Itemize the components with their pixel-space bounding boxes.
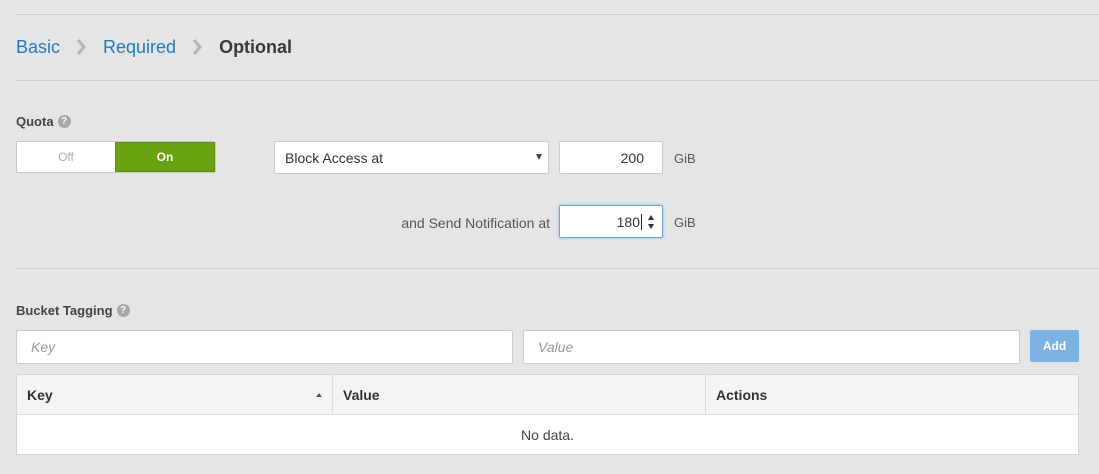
empty-table-message: No data. (521, 427, 574, 443)
add-tag-button[interactable]: Add (1030, 330, 1079, 362)
breadcrumb-optional: Optional (219, 36, 293, 57)
breadcrumb-divider (16, 80, 1099, 81)
tagging-section-label: Bucket Tagging ? (16, 303, 130, 318)
breadcrumb-basic[interactable]: Basic (16, 37, 60, 58)
block-access-quota-input[interactable]: 200 (559, 141, 663, 174)
block-access-unit: GiB (674, 151, 696, 166)
quota-mode-value: Block Access at (285, 149, 384, 166)
sort-ascending-icon (316, 393, 322, 397)
tagging-label: Bucket Tagging (16, 303, 113, 318)
question-circle-icon[interactable]: ? (116, 304, 130, 317)
block-access-quota-value: 200 (620, 149, 644, 166)
bucket-wizard-optional-step: Basic Required Optional Quota ? Off On B… (0, 0, 1099, 474)
chevron-right-icon (184, 36, 212, 58)
notification-unit: GiB (674, 215, 696, 230)
spinner-icon[interactable] (648, 215, 655, 229)
column-key-label: Key (27, 387, 53, 403)
quota-toggle-on[interactable]: On (115, 142, 215, 172)
tag-value-placeholder: Value (538, 339, 574, 355)
tag-value-input[interactable]: Value (523, 330, 1020, 364)
breadcrumb: Basic Required Optional (16, 36, 292, 58)
caret-down-icon (536, 154, 542, 160)
chevron-right-icon (68, 36, 96, 58)
top-divider (16, 14, 1099, 15)
column-value-label: Value (343, 387, 380, 403)
quota-toggle[interactable]: Off On (16, 141, 216, 173)
notification-label: and Send Notification at (401, 215, 550, 231)
notification-quota-input[interactable]: 180 (559, 205, 663, 238)
tags-table-header: Key Value Actions (17, 375, 1078, 415)
question-circle-icon[interactable]: ? (57, 115, 71, 128)
quota-toggle-off[interactable]: Off (17, 142, 115, 172)
quota-section-label: Quota ? (16, 114, 71, 129)
spinner-up-icon[interactable] (648, 215, 654, 220)
tag-key-placeholder: Key (31, 339, 56, 355)
column-header-value[interactable]: Value (333, 375, 706, 415)
notification-quota-value: 180 (616, 213, 640, 230)
column-actions-label: Actions (716, 387, 768, 403)
column-header-actions: Actions (706, 375, 1078, 415)
section-divider (16, 268, 1099, 269)
text-cursor (641, 213, 642, 230)
spinner-down-icon[interactable] (648, 224, 654, 229)
breadcrumb-required[interactable]: Required (103, 37, 176, 58)
quota-mode-select[interactable]: Block Access at (274, 141, 549, 174)
column-header-key[interactable]: Key (17, 375, 333, 415)
tag-key-input[interactable]: Key (16, 330, 513, 364)
quota-label: Quota (16, 114, 54, 129)
tags-table: Key Value Actions No data. (16, 374, 1079, 455)
